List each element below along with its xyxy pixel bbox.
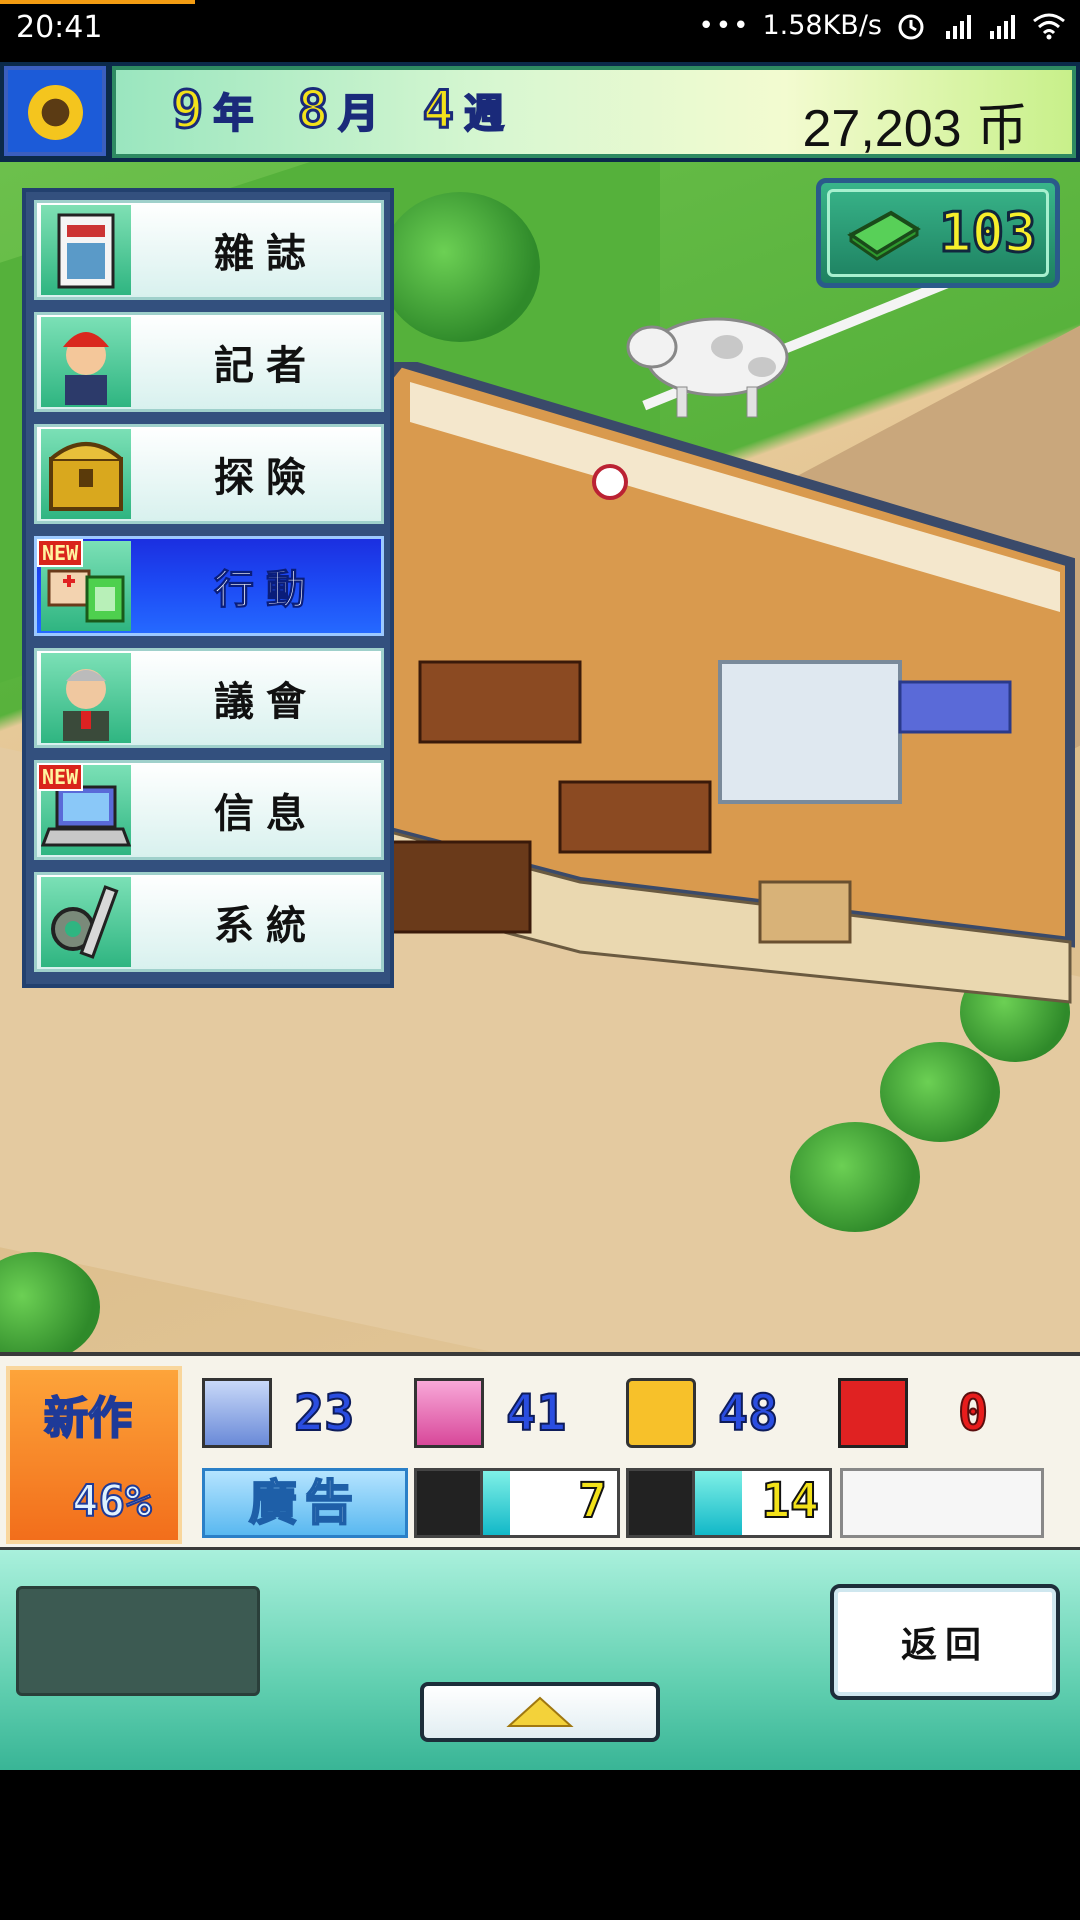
new-work-button[interactable]: 新作 46% [6, 1366, 182, 1544]
cash-stack-icon [847, 210, 921, 261]
council-icon [41, 653, 131, 743]
menu-item-adventure[interactable]: 探險 [34, 424, 384, 524]
stat-photos: 41 [414, 1378, 567, 1448]
new-work-label: 新作 [43, 1392, 133, 1445]
new-tag: NEW [37, 539, 84, 567]
game-date: 9 年 8 月 4 週 [170, 79, 538, 142]
more-dots-icon: ••• [698, 10, 751, 41]
year-value: 9 [170, 79, 204, 142]
action-icon: NEW [37, 539, 131, 631]
scroll-up-button[interactable] [420, 1682, 660, 1742]
week-unit: 週 [463, 90, 505, 138]
stats-panel: 新作 46% 23 41 48 0 廣告 7 14 [0, 1352, 1080, 1550]
menu-label: 行動 [214, 566, 318, 614]
wifi-icon [1033, 13, 1065, 39]
status-icons: ••• 1.58KB/s [698, 10, 1066, 41]
bottom-controls: 返回 [0, 1550, 1080, 1770]
gauge-value: 7 [577, 1472, 608, 1530]
hd-signal-icon [946, 14, 971, 39]
stat-value: 41 [505, 1383, 567, 1443]
computer-icon [629, 1471, 695, 1535]
dark-button[interactable] [16, 1586, 260, 1696]
gauge-fill [695, 1471, 742, 1535]
reporter-icon [41, 317, 131, 407]
cell-signal-icon [990, 14, 1015, 39]
clock: 20:41 [16, 10, 103, 45]
menu-label: 雜誌 [214, 230, 318, 277]
navigation-area [0, 1770, 1080, 1920]
date-bar: 9 年 8 月 4 週 27,203 币 [112, 66, 1076, 158]
new-work-percent: 46% [71, 1475, 152, 1528]
menu-label: 探險 [214, 454, 318, 501]
menu-label: 信息 [214, 790, 318, 837]
alarm-icon [898, 14, 924, 39]
month-unit: 月 [338, 90, 380, 138]
document-pen-icon [202, 1378, 272, 1448]
stat-value: 0 [957, 1383, 989, 1443]
ad-label: 廣告 [248, 1474, 361, 1532]
new-tag: NEW [37, 763, 84, 791]
top-bar: 9 年 8 月 4 週 27,203 币 [0, 62, 1080, 162]
back-label: 返回 [900, 1624, 989, 1666]
cash-badge[interactable]: 103 [816, 178, 1060, 288]
treasure-chest-icon [41, 429, 131, 519]
gauge-equipment: 14 [626, 1468, 832, 1538]
stat-articles: 23 [202, 1378, 355, 1448]
gauge-fill [483, 1471, 510, 1535]
money-unit: 币 [975, 100, 1028, 158]
gauge-value: 14 [760, 1472, 820, 1530]
progress-indicator [0, 0, 195, 4]
menu-item-magazine[interactable]: 雜誌 [34, 200, 384, 300]
menu-label: 議會 [214, 678, 318, 725]
money-display: 27,203 币 [802, 86, 1028, 161]
sunflower-logo-icon[interactable] [4, 66, 106, 156]
advertising-button[interactable]: 廣告 [202, 1468, 408, 1538]
back-button[interactable]: 返回 [830, 1584, 1060, 1700]
network-speed: 1.58KB/s [762, 10, 882, 41]
menu-label: 系統 [214, 902, 318, 949]
up-arrow-icon [506, 1696, 574, 1727]
menu-item-council[interactable]: 議會 [34, 648, 384, 748]
cash-value: 103 [938, 200, 1039, 266]
smiley-icon [626, 1378, 696, 1448]
week-value: 4 [421, 79, 455, 142]
status-bar: 20:41 ••• 1.58KB/s [0, 0, 1080, 62]
month-value: 8 [296, 79, 330, 142]
camera-icon [414, 1378, 484, 1448]
printer-icon [838, 1378, 908, 1448]
menu-label: 記者 [214, 342, 318, 389]
stat-printer: 0 [838, 1378, 989, 1448]
main-menu: 雜誌 記者 探險 NEW 行動 議會 NEW 信息 系統 [22, 188, 394, 988]
gauge-staff: 7 [414, 1468, 620, 1538]
stat-popularity: 48 [626, 1378, 779, 1448]
gear-wrench-icon [41, 877, 131, 967]
menu-item-system[interactable]: 系統 [34, 872, 384, 972]
money-value: 27,203 [802, 100, 962, 158]
empty-slot [840, 1468, 1044, 1538]
magazine-icon [41, 205, 131, 295]
menu-item-info[interactable]: NEW 信息 [34, 760, 384, 860]
stat-value: 48 [717, 1383, 779, 1443]
tree [0, 1252, 100, 1352]
menu-item-action[interactable]: NEW 行動 [34, 536, 384, 636]
stat-value: 23 [293, 1383, 355, 1443]
tree [380, 192, 540, 342]
chef-icon [417, 1471, 483, 1535]
menu-item-reporter[interactable]: 記者 [34, 312, 384, 412]
year-unit: 年 [212, 90, 254, 138]
laptop-icon: NEW [37, 763, 132, 855]
